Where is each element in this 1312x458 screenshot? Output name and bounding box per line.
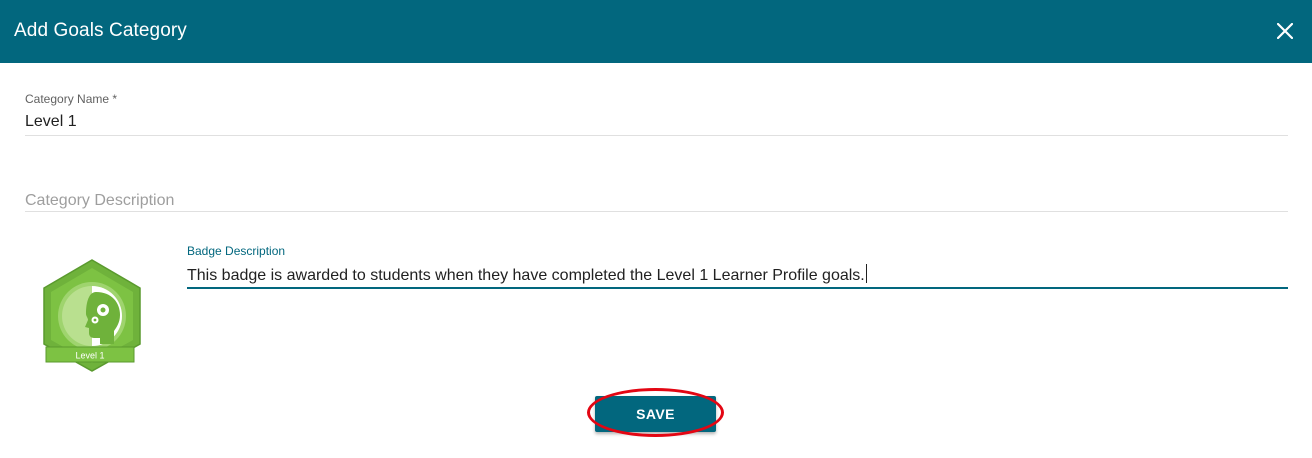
badge-description-label: Badge Description (187, 244, 286, 258)
badge-description-field[interactable]: Badge Description This badge is awarded … (187, 244, 1288, 290)
learner-profile-badge-icon[interactable]: Level 1 (36, 258, 148, 373)
add-goals-category-dialog: Add Goals Category Category Name * Level… (0, 0, 1312, 458)
category-description-underline (25, 211, 1288, 212)
close-button[interactable] (1270, 16, 1300, 46)
category-name-input[interactable]: Level 1 (25, 112, 77, 132)
category-description-field[interactable]: Category Description (25, 190, 1288, 214)
save-category-button[interactable]: SAVE CATEGORY (595, 396, 716, 458)
text-caret (865, 264, 867, 283)
dialog-title: Add Goals Category (14, 20, 187, 41)
badge-description-text: This badge is awarded to students when t… (187, 267, 865, 284)
category-name-label: Category Name * (25, 92, 118, 106)
dialog-header: Add Goals Category (0, 0, 1312, 63)
badge-description-underline (187, 287, 1288, 289)
category-name-underline (25, 135, 1288, 136)
badge-description-input[interactable]: This badge is awarded to students when t… (187, 264, 867, 286)
category-name-field[interactable]: Category Name * Level 1 (25, 92, 1288, 138)
category-description-input[interactable]: Category Description (25, 191, 174, 211)
badge-level-label: Level 1 (75, 351, 104, 361)
close-icon (1277, 23, 1293, 39)
